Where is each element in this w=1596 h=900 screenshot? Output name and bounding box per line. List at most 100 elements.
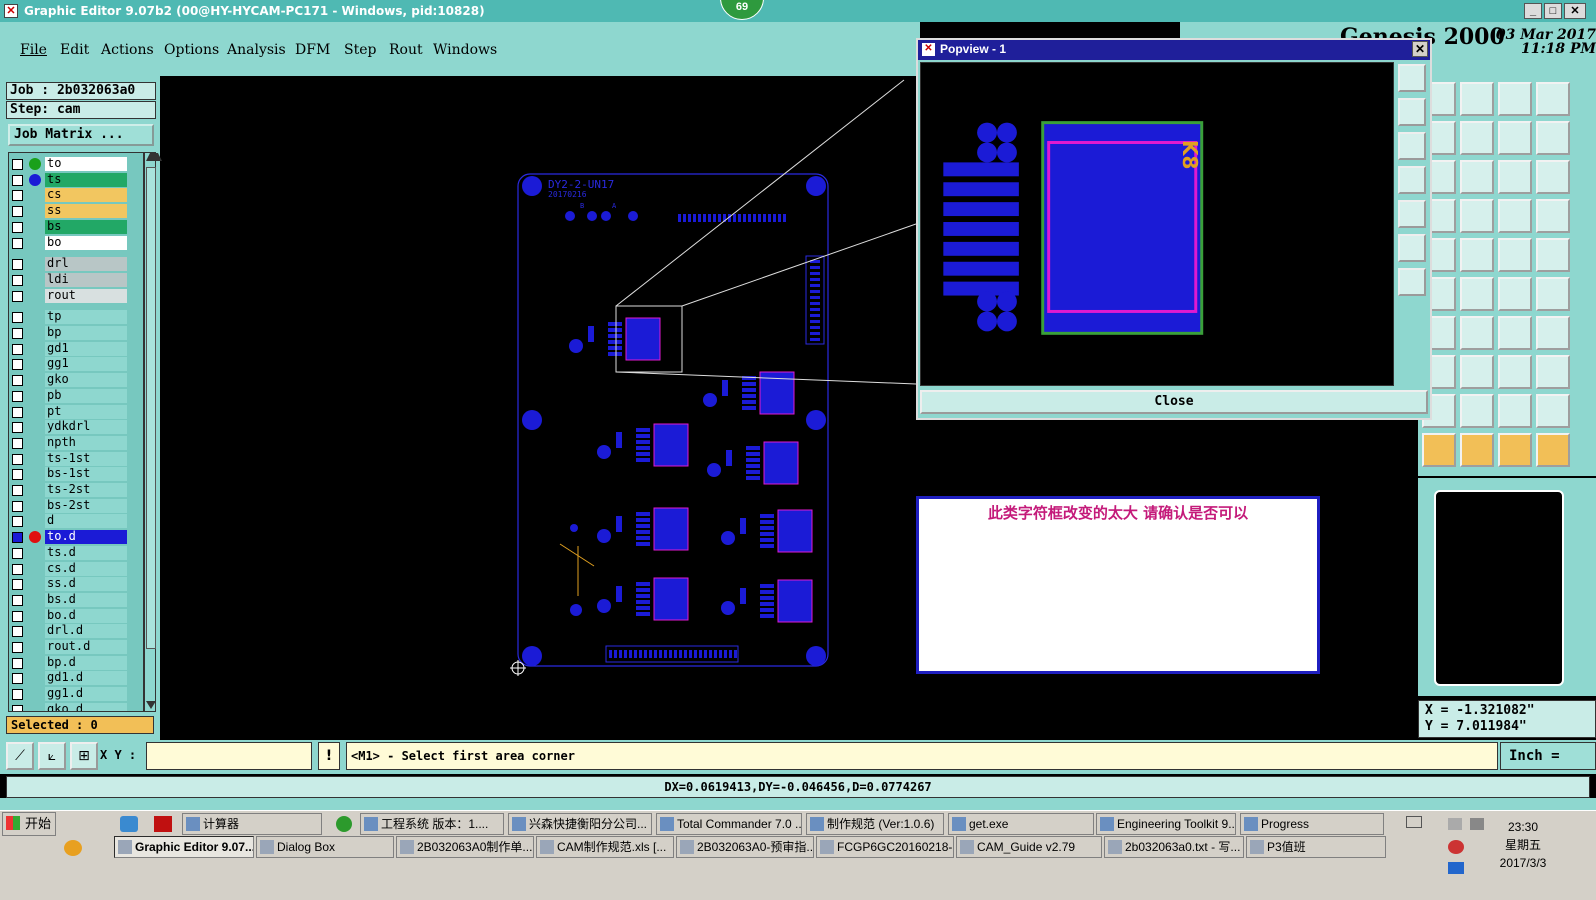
- a-icon[interactable]: [1460, 394, 1494, 428]
- layer-row[interactable]: ss.d: [9, 577, 143, 592]
- dot-icon[interactable]: [1536, 238, 1570, 272]
- quicklaunch-icon[interactable]: [120, 816, 138, 832]
- taskbar-item[interactable]: 工程系统 版本：1....: [360, 813, 504, 835]
- down-icon[interactable]: [1460, 82, 1494, 116]
- popview-zoom-in-button[interactable]: [1398, 98, 1426, 126]
- menu-step[interactable]: Step: [344, 42, 376, 58]
- job-matrix-button[interactable]: Job Matrix ...: [8, 124, 154, 146]
- network-icon[interactable]: [1448, 862, 1464, 874]
- layer-checkbox[interactable]: [12, 328, 23, 339]
- layer-checkbox[interactable]: [12, 626, 23, 638]
- menu-windows[interactable]: Windows: [433, 42, 497, 58]
- menu-file[interactable]: File: [20, 42, 47, 58]
- pdf-icon[interactable]: [154, 816, 172, 832]
- cursor-icon[interactable]: [1422, 433, 1456, 467]
- browser-icon[interactable]: [336, 816, 352, 832]
- layer-row[interactable]: npth: [9, 435, 143, 450]
- layer-checkbox[interactable]: [12, 547, 23, 559]
- taskbar-item[interactable]: 2b032063a0.txt - 写...: [1104, 836, 1244, 858]
- system-clock[interactable]: 23:30 星期五 2017/3/3: [1490, 818, 1556, 872]
- ruler-icon[interactable]: [1498, 238, 1532, 272]
- snap-icon[interactable]: ⟀: [38, 742, 66, 770]
- popview-close-button[interactable]: Close: [920, 390, 1428, 414]
- slash-icon[interactable]: [1460, 316, 1494, 350]
- popview-canvas[interactable]: [920, 62, 1394, 386]
- warning-button[interactable]: !: [318, 742, 340, 770]
- menu-rout[interactable]: Rout: [389, 42, 423, 58]
- layer-checkbox[interactable]: [12, 221, 23, 233]
- taskbar-item[interactable]: 制作规范 (Ver:1.0.6): [806, 813, 944, 835]
- antivirus-icon[interactable]: [1448, 840, 1464, 854]
- taskbar-item[interactable]: get.exe: [948, 813, 1094, 835]
- layer-checkbox[interactable]: [12, 343, 23, 355]
- menu-dfm[interactable]: DFM: [295, 42, 330, 58]
- layer-checkbox[interactable]: [12, 190, 23, 202]
- scale-icon[interactable]: [1498, 160, 1532, 194]
- taskbar-item[interactable]: 2B032063A0制作单....: [396, 836, 534, 858]
- layer-row[interactable]: gg1: [9, 357, 143, 372]
- popview-center-button[interactable]: [1398, 234, 1426, 262]
- start-button[interactable]: 开始: [2, 812, 56, 836]
- window-title-bar[interactable]: Graphic Editor 9.07b2 (00@HY-HYCAM-PC171…: [0, 0, 1596, 22]
- grid-icon[interactable]: [1536, 82, 1570, 116]
- layer-row[interactable]: d: [9, 514, 143, 529]
- multicolor-icon[interactable]: [64, 840, 82, 856]
- path-icon[interactable]: [1536, 433, 1570, 467]
- taskbar-item[interactable]: Progress: [1240, 813, 1384, 835]
- layer-checkbox[interactable]: [12, 159, 23, 170]
- layer-checkbox[interactable]: [12, 206, 23, 218]
- layer-row[interactable]: bp.d: [9, 655, 143, 670]
- layer-checkbox[interactable]: [12, 406, 23, 418]
- layer-row[interactable]: drl.d: [9, 624, 143, 639]
- taskbar-item[interactable]: Total Commander 7.0 ...: [656, 813, 802, 835]
- layer-row[interactable]: ss: [9, 204, 143, 219]
- layer-row[interactable]: ts: [9, 172, 143, 187]
- layer-row[interactable]: gd1: [9, 341, 143, 356]
- unit-selector[interactable]: Inch =: [1500, 742, 1596, 770]
- question-icon[interactable]: [1536, 160, 1570, 194]
- layer-row[interactable]: rout.d: [9, 640, 143, 654]
- taskbar-item[interactable]: Graphic Editor 9.07...: [114, 836, 254, 858]
- layer-row[interactable]: bo: [9, 235, 143, 250]
- layer-row[interactable]: to.d: [9, 530, 143, 545]
- layer-row[interactable]: bs-1st: [9, 467, 143, 482]
- layer-row[interactable]: rout: [9, 288, 143, 303]
- layer-checkbox[interactable]: [12, 312, 23, 324]
- menu-actions[interactable]: Actions: [101, 42, 154, 58]
- arc-icon[interactable]: [1498, 316, 1532, 350]
- layer-checkbox[interactable]: [12, 657, 23, 669]
- popview-refresh-button[interactable]: [1398, 268, 1426, 296]
- route-icon[interactable]: [1498, 199, 1532, 233]
- layer-row[interactable]: bo.d: [9, 608, 143, 623]
- a2-icon[interactable]: [1498, 394, 1532, 428]
- layer-row[interactable]: bs-2st: [9, 498, 143, 513]
- layer-row[interactable]: tp: [9, 310, 143, 325]
- pin-icon[interactable]: [1536, 277, 1570, 311]
- fork-icon[interactable]: [1536, 316, 1570, 350]
- popview-title[interactable]: Popview - 1: [918, 40, 1430, 60]
- target-icon[interactable]: [1460, 160, 1494, 194]
- popview-close-icon[interactable]: ✕: [1412, 41, 1428, 57]
- layer-row[interactable]: gko.d: [9, 702, 143, 711]
- mirror-icon[interactable]: [1498, 121, 1532, 155]
- layer-checkbox[interactable]: [12, 610, 23, 622]
- move-icon[interactable]: [1460, 121, 1494, 155]
- matrix-icon[interactable]: [1460, 199, 1494, 233]
- layer-checkbox[interactable]: [12, 579, 23, 591]
- layer-checkbox[interactable]: [12, 563, 23, 575]
- layer-checkbox[interactable]: [12, 532, 23, 544]
- layer-row[interactable]: cs.d: [9, 561, 143, 576]
- layer-checkbox[interactable]: [12, 359, 23, 371]
- layer-row[interactable]: gd1.d: [9, 671, 143, 686]
- taskbar-item[interactable]: CAM制作规范.xls [...: [536, 836, 674, 858]
- layer-checkbox[interactable]: [12, 500, 23, 512]
- layer-row[interactable]: pb: [9, 388, 143, 403]
- tray-icon[interactable]: [1448, 818, 1462, 830]
- taskbar-item[interactable]: 计算器: [182, 813, 322, 835]
- layer-row[interactable]: bs: [9, 219, 143, 234]
- layer-row[interactable]: ts-2st: [9, 483, 143, 497]
- layer-checkbox[interactable]: [12, 594, 23, 606]
- menu-analysis[interactable]: Analysis: [227, 42, 286, 58]
- cursor2-icon[interactable]: [1460, 433, 1494, 467]
- layer-row[interactable]: to: [9, 157, 143, 171]
